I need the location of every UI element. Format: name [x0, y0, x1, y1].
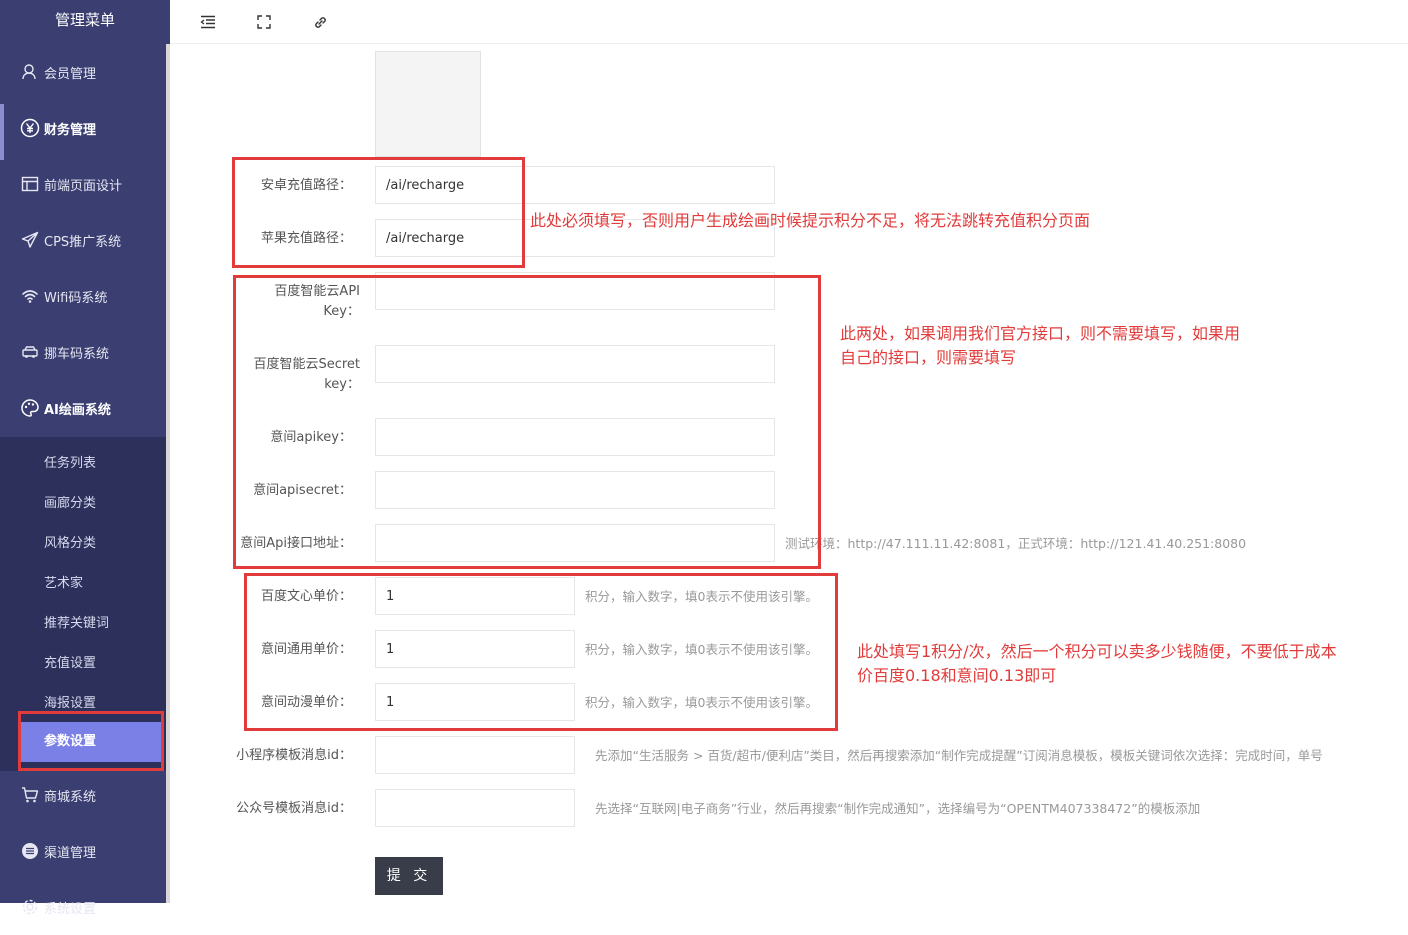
annotation-note-api-line2: 自己的接口，则需要填写	[840, 348, 1017, 367]
cart-icon	[20, 785, 40, 805]
sidebar-scrollbar[interactable]	[166, 44, 170, 903]
yijian-api-url-hint: 测试环境：http://47.111.11.42:8081，正式环境：http:…	[785, 536, 1247, 551]
sidebar-item-label: 商城系统	[44, 789, 97, 805]
sidebar-item-frontend-design[interactable]: 前端页面设计	[0, 156, 166, 212]
annotation-note-api-line1: 此两处，如果调用我们官方接口，则不需要填写，如果用	[840, 324, 1241, 343]
sidebar-item-cps[interactable]: CPS推广系统	[0, 212, 166, 268]
annotation-box-prices	[244, 573, 838, 731]
mini-template-label: 小程序模板消息id：	[236, 748, 352, 763]
sidebar-title: 管理菜单	[0, 0, 170, 44]
submenu-artist[interactable]: 艺术家	[44, 572, 83, 591]
sidebar-item-label: 前端页面设计	[44, 178, 123, 194]
sidebar-item-mall[interactable]: 商城系统	[0, 767, 166, 823]
annotation-note-recharge: 此处必须填写，否则用户生成绘画时候提示积分不足，将无法跳转充值积分页面	[530, 211, 1091, 230]
submenu-task-list[interactable]: 任务列表	[44, 452, 96, 471]
sidebar-item-car-code[interactable]: 挪车码系统	[0, 324, 166, 380]
circle-menu-icon	[20, 841, 40, 861]
sidebar-item-finance[interactable]: 财务管理	[0, 100, 166, 156]
submenu-gallery-category[interactable]: 画廊分类	[44, 492, 96, 511]
annotation-box-parameter-settings	[18, 711, 164, 771]
annotation-box-recharge-paths	[232, 157, 525, 268]
submenu-poster-settings[interactable]: 海报设置	[44, 692, 96, 711]
image-upload-preview[interactable]	[375, 51, 481, 157]
mp-template-label: 公众号模板消息id：	[236, 801, 352, 816]
annotation-box-api-keys	[233, 275, 821, 569]
send-icon	[20, 230, 40, 250]
submenu-style-category[interactable]: 风格分类	[44, 532, 96, 551]
sidebar-item-label: CPS推广系统	[44, 234, 122, 250]
sidebar-item-label: AI绘画系统	[44, 402, 111, 418]
menu-fold-icon[interactable]	[198, 12, 218, 32]
sidebar-item-wifi[interactable]: Wifi码系统	[0, 268, 166, 324]
yen-icon	[20, 118, 40, 138]
submenu-recharge-settings[interactable]: 充值设置	[44, 652, 96, 671]
fullscreen-icon[interactable]	[254, 12, 274, 32]
top-toolbar	[170, 0, 1408, 44]
mini-template-input[interactable]	[375, 736, 575, 774]
sidebar-item-ai-painting[interactable]: AI绘画系统	[0, 380, 166, 436]
car-icon	[20, 342, 40, 362]
sidebar-item-label: 系统设置	[44, 901, 97, 917]
sidebar-item-system-settings[interactable]: 系统设置	[0, 879, 166, 935]
sidebar-item-label: 会员管理	[44, 66, 97, 82]
link-icon[interactable]	[310, 12, 330, 32]
annotation-note-price-line1: 此处填写1积分/次，然后一个积分可以卖多少钱随便，不要低于成本	[857, 642, 1337, 661]
sidebar-item-channels[interactable]: 渠道管理	[0, 823, 166, 879]
sidebar-item-label: 财务管理	[44, 122, 97, 138]
sidebar-item-label: Wifi码系统	[44, 290, 108, 306]
palette-icon	[20, 398, 40, 418]
mp-template-input[interactable]	[375, 789, 575, 827]
sidebar-item-label: 挪车码系统	[44, 346, 110, 362]
annotation-note-price-line2: 价百度0.18和意间0.13即可	[857, 666, 1057, 685]
sidebar-item-label: 渠道管理	[44, 845, 97, 861]
wifi-icon	[20, 286, 40, 306]
layout-icon	[20, 174, 40, 194]
user-icon	[20, 62, 40, 82]
submenu-keywords[interactable]: 推荐关键词	[44, 612, 109, 631]
sidebar-item-members[interactable]: 会员管理	[0, 44, 166, 100]
gear-icon	[20, 897, 40, 917]
mini-template-hint: 先添加“生活服务 > 百货/超市/便利店”类目，然后再搜索添加“制作完成提醒”订…	[595, 748, 1323, 763]
submit-button[interactable]: 提 交	[375, 857, 443, 895]
mp-template-hint: 先选择“互联网|电子商务”行业，然后再搜索“制作完成通知”，选择编号为“OPEN…	[595, 801, 1201, 816]
